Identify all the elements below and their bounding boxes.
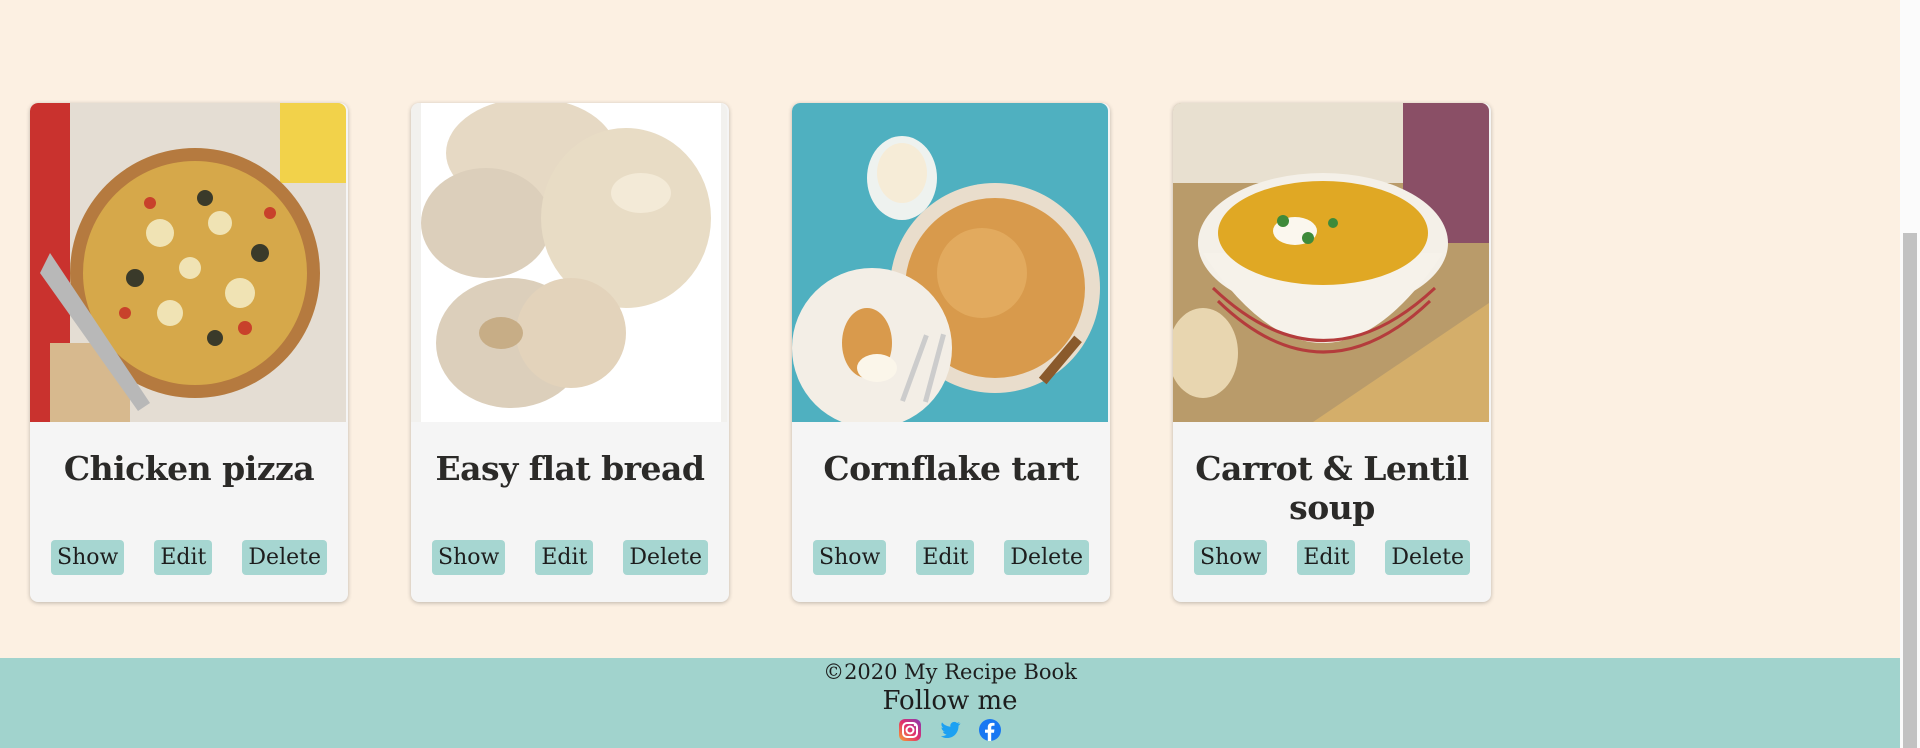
delete-button[interactable]: Delete xyxy=(623,540,708,575)
follow-me-heading: Follow me xyxy=(882,686,1018,716)
recipe-list: Chicken pizza Show Edit Delete Easy flat… xyxy=(30,103,1491,602)
recipe-image-chicken-pizza[interactable] xyxy=(30,103,346,422)
scrollbar-thumb[interactable] xyxy=(1903,233,1917,748)
page-footer: ©2020 My Recipe Book Follow me xyxy=(0,658,1900,748)
recipe-actions: Show Edit Delete xyxy=(1194,540,1470,575)
show-button[interactable]: Show xyxy=(51,540,125,575)
vertical-scrollbar[interactable] xyxy=(1900,0,1920,748)
twitter-icon[interactable] xyxy=(938,718,962,742)
edit-button[interactable]: Edit xyxy=(535,540,594,575)
recipe-actions: Show Edit Delete xyxy=(432,540,708,575)
recipe-card: Easy flat bread Show Edit Delete xyxy=(411,103,729,602)
edit-button[interactable]: Edit xyxy=(154,540,213,575)
instagram-icon[interactable] xyxy=(898,718,922,742)
delete-button[interactable]: Delete xyxy=(242,540,327,575)
recipe-title: Carrot & Lentil soup xyxy=(1195,449,1469,527)
recipe-card: Carrot & Lentil soup Show Edit Delete xyxy=(1173,103,1491,602)
recipe-image-easy-flat-bread[interactable] xyxy=(411,103,727,422)
recipe-actions: Show Edit Delete xyxy=(813,540,1089,575)
recipe-image-carrot-lentil-soup[interactable] xyxy=(1173,103,1489,422)
social-links xyxy=(0,718,1900,742)
show-button[interactable]: Show xyxy=(432,540,506,575)
facebook-icon[interactable] xyxy=(978,718,1002,742)
delete-button[interactable]: Delete xyxy=(1385,540,1470,575)
show-button[interactable]: Show xyxy=(813,540,887,575)
recipe-card: Cornflake tart Show Edit Delete xyxy=(792,103,1110,602)
recipe-title: Easy flat bread xyxy=(435,449,705,488)
recipe-title: Chicken pizza xyxy=(63,449,315,488)
recipe-actions: Show Edit Delete xyxy=(51,540,327,575)
show-button[interactable]: Show xyxy=(1194,540,1268,575)
edit-button[interactable]: Edit xyxy=(916,540,975,575)
recipe-image-cornflake-tart[interactable] xyxy=(792,103,1108,422)
recipe-card: Chicken pizza Show Edit Delete xyxy=(30,103,348,602)
copyright-text: ©2020 My Recipe Book xyxy=(823,660,1077,684)
delete-button[interactable]: Delete xyxy=(1004,540,1089,575)
edit-button[interactable]: Edit xyxy=(1297,540,1356,575)
recipe-title: Cornflake tart xyxy=(823,449,1079,488)
